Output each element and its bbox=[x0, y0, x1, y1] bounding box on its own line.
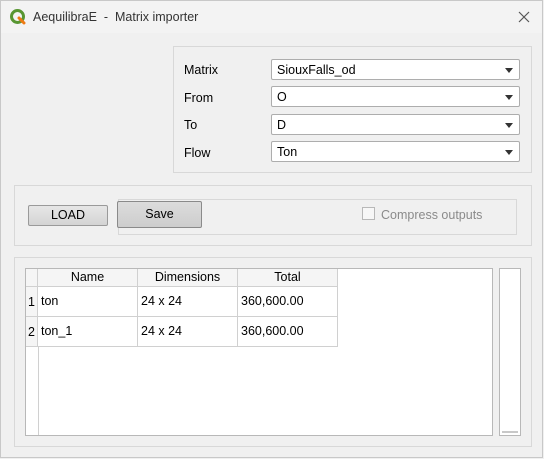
chevron-down-icon bbox=[505, 68, 513, 73]
close-button[interactable] bbox=[512, 5, 536, 29]
cell-name[interactable]: ton bbox=[38, 287, 138, 317]
column-header-total[interactable]: Total bbox=[238, 269, 338, 287]
flow-label: Flow bbox=[184, 146, 211, 160]
from-combo-value: O bbox=[277, 90, 287, 104]
table-corner bbox=[26, 269, 38, 287]
to-label: To bbox=[184, 118, 198, 132]
to-combo-value: D bbox=[277, 118, 287, 132]
qgis-icon bbox=[10, 9, 26, 25]
from-label: From bbox=[184, 91, 214, 105]
row-header-divider bbox=[38, 347, 39, 435]
close-icon bbox=[518, 11, 530, 23]
cell-dimensions[interactable]: 24 x 24 bbox=[138, 317, 238, 347]
load-button[interactable]: LOAD bbox=[28, 205, 108, 226]
compress-outputs-checkbox[interactable] bbox=[362, 207, 375, 220]
flow-combo[interactable]: Ton bbox=[271, 141, 520, 162]
from-combo[interactable]: O bbox=[271, 86, 520, 107]
side-list-widget[interactable] bbox=[499, 268, 521, 436]
chevron-down-icon bbox=[505, 150, 513, 155]
matrix-combo-value: SiouxFalls_od bbox=[277, 63, 356, 77]
matrix-table: Name Dimensions Total 1 ton 24 x 24 360,… bbox=[25, 268, 493, 436]
column-header-name[interactable]: Name bbox=[38, 269, 138, 287]
window-title: AequilibraE - Matrix importer bbox=[33, 10, 199, 24]
title-bar: AequilibraE - Matrix importer bbox=[1, 1, 542, 33]
to-combo[interactable]: D bbox=[271, 114, 520, 135]
matrix-importer-window: AequilibraE - Matrix importer Matrix Sio… bbox=[0, 0, 543, 458]
row-header[interactable]: 1 bbox=[26, 287, 38, 317]
chevron-down-icon bbox=[505, 123, 513, 128]
cell-total[interactable]: 360,600.00 bbox=[238, 317, 338, 347]
matrix-combo[interactable]: SiouxFalls_od bbox=[271, 59, 520, 80]
matrix-label: Matrix bbox=[184, 63, 219, 77]
cell-dimensions[interactable]: 24 x 24 bbox=[138, 287, 238, 317]
row-header[interactable]: 2 bbox=[26, 317, 38, 347]
column-header-dimensions[interactable]: Dimensions bbox=[138, 269, 238, 287]
resize-grip[interactable] bbox=[502, 431, 518, 433]
compress-outputs-label: Compress outputs bbox=[381, 208, 483, 222]
cell-total[interactable]: 360,600.00 bbox=[238, 287, 338, 317]
cell-name[interactable]: ton_1 bbox=[38, 317, 138, 347]
flow-combo-value: Ton bbox=[277, 145, 298, 159]
chevron-down-icon bbox=[505, 95, 513, 100]
save-button[interactable]: Save bbox=[117, 201, 202, 228]
